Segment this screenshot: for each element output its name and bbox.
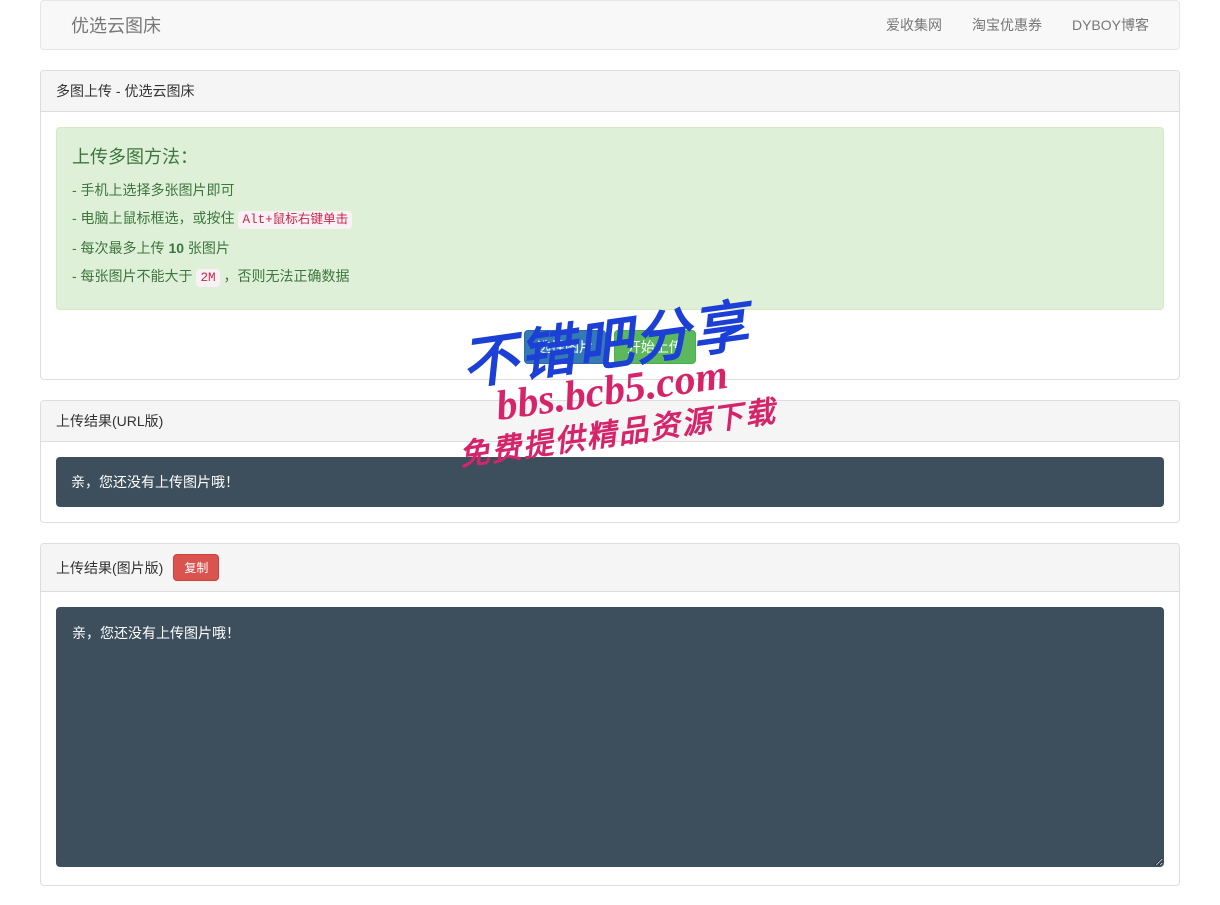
- select-image-button[interactable]: 选择图片: [524, 330, 606, 364]
- tip-max-count-bold: 10: [168, 240, 184, 256]
- navbar: 优选云图床 爱收集网 淘宝优惠券 DYBOY博客: [40, 0, 1180, 50]
- result-img-heading: 上传结果(图片版) 复制: [41, 544, 1179, 592]
- upload-panel: 多图上传 - 优选云图床 上传多图方法： - 手机上选择多张图片即可 - 电脑上…: [40, 70, 1180, 380]
- tip-desktop-text: - 电脑上鼠标框选，或按住: [72, 210, 238, 226]
- start-upload-button[interactable]: 开始上传: [614, 330, 696, 364]
- result-img-panel: 上传结果(图片版) 复制: [40, 543, 1180, 886]
- nav-link-taobao[interactable]: 淘宝优惠券: [957, 0, 1057, 50]
- button-row: 选择图片 开始上传: [56, 330, 1164, 364]
- tip-mobile: - 手机上选择多张图片即可: [72, 179, 1148, 201]
- tip-desktop: - 电脑上鼠标框选，或按住 Alt+鼠标右键单击: [72, 207, 1148, 230]
- result-url-heading: 上传结果(URL版): [41, 401, 1179, 442]
- upload-instructions-alert: 上传多图方法： - 手机上选择多张图片即可 - 电脑上鼠标框选，或按住 Alt+…: [56, 127, 1164, 310]
- tip-max-count-post: 张图片: [184, 240, 230, 256]
- upload-panel-heading: 多图上传 - 优选云图床: [41, 71, 1179, 112]
- result-img-heading-text: 上传结果(图片版): [56, 558, 163, 578]
- alert-title: 上传多图方法：: [72, 143, 1148, 169]
- result-url-panel: 上传结果(URL版) 亲，您还没有上传图片哦！: [40, 400, 1180, 523]
- tip-max-size-pre: - 每张图片不能大于: [72, 268, 196, 284]
- nav-link-aishouji[interactable]: 爱收集网: [871, 0, 957, 50]
- navbar-nav: 爱收集网 淘宝优惠券 DYBOY博客: [871, 0, 1164, 50]
- result-url-well: 亲，您还没有上传图片哦！: [56, 457, 1164, 507]
- navbar-brand[interactable]: 优选云图床: [56, 0, 176, 53]
- result-img-textarea[interactable]: [56, 607, 1164, 867]
- tip-max-count: - 每次最多上传 10 张图片: [72, 237, 1148, 259]
- tip-max-count-pre: - 每次最多上传: [72, 240, 168, 256]
- tip-max-size-post: ，否则无法正确数据: [220, 268, 350, 284]
- nav-link-dyboy[interactable]: DYBOY博客: [1057, 0, 1164, 50]
- tip-desktop-code: Alt+鼠标右键单击: [238, 211, 352, 229]
- tip-max-size-code: 2M: [196, 269, 219, 287]
- copy-button[interactable]: 复制: [173, 554, 219, 581]
- tip-max-size: - 每张图片不能大于 2M ，否则无法正确数据: [72, 265, 1148, 288]
